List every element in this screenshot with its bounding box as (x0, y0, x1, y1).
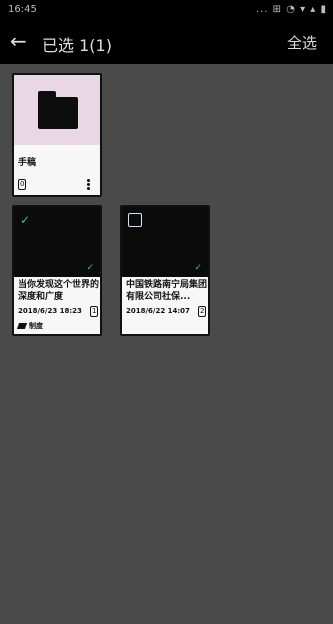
checkmark-icon: ✓ (194, 263, 202, 273)
checkmark-icon: ✓ (86, 263, 94, 273)
document-title: 中国铁路南宁局集团有限公司社保... (126, 280, 208, 302)
folder-count-badge: 0 (18, 179, 27, 190)
document-thumbnail: ✓ (122, 207, 208, 277)
unselected-checkbox-icon[interactable] (128, 213, 142, 227)
status-icons: ... ⊞ ◔ ▾ ▴ ▮ (255, 4, 327, 15)
back-arrow-icon[interactable]: ← (10, 30, 32, 52)
selected-check-icon[interactable]: ✓ (20, 213, 30, 227)
app-bar: ← 已选 1(1) 全选 (0, 20, 333, 64)
tag-label: 制度 (29, 322, 43, 330)
status-time: 16:45 (8, 4, 37, 15)
more-options-icon[interactable] (87, 178, 90, 191)
document-thumbnail: ✓ ✓ (14, 207, 100, 277)
page-count-badge: 2 (198, 306, 207, 317)
folder-icon (38, 91, 78, 129)
tag-icon (16, 323, 28, 329)
status-bar: 16:45 ... ⊞ ◔ ▾ ▴ ▮ (0, 0, 333, 20)
page-count-badge: 1 (90, 306, 99, 317)
folder-thumbnail (14, 75, 100, 145)
document-date: 2018/6/23 18:23 (18, 307, 82, 315)
selection-title: 已选 1(1) (42, 36, 112, 55)
folder-name: 手稿 (18, 158, 37, 168)
document-card[interactable]: ✓ 中国铁路南宁局集团有限公司社保... 2018/6/22 14:07 2 (120, 205, 210, 336)
document-title: 当你发现这个世界的深度和广度 (18, 280, 100, 302)
document-tag: 制度 (16, 321, 43, 331)
document-card[interactable]: ✓ ✓ 当你发现这个世界的深度和广度 2018/6/23 18:23 1 制度 (12, 205, 102, 336)
folder-card[interactable]: 手稿 0 (12, 73, 102, 197)
select-all-button[interactable]: 全选 (287, 32, 317, 53)
document-date: 2018/6/22 14:07 (126, 307, 190, 315)
